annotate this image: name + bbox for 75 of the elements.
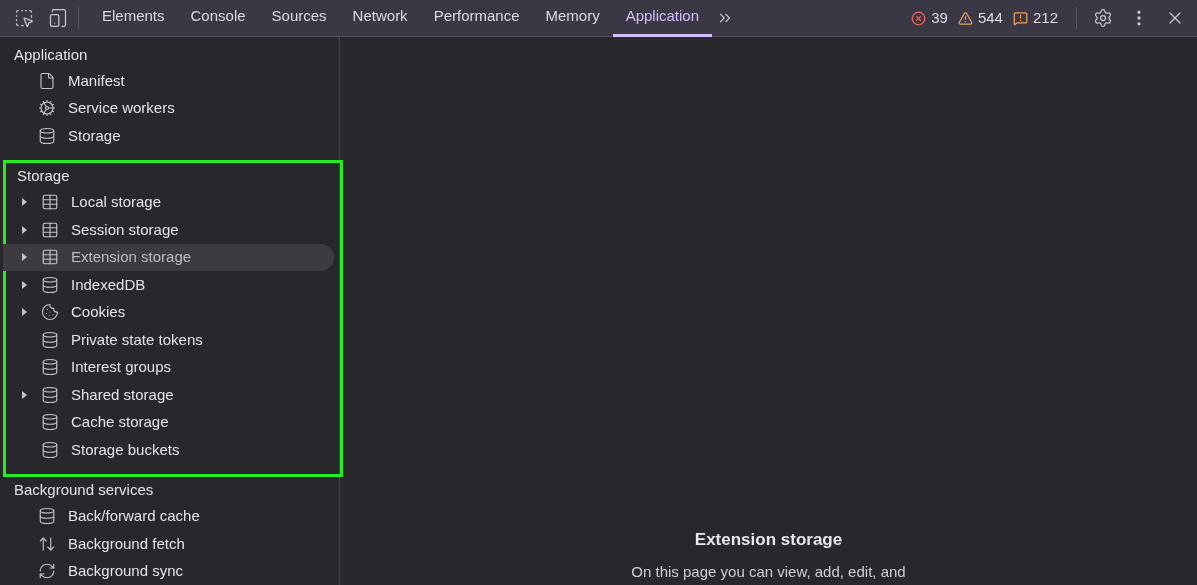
item-label: Storage bbox=[68, 125, 121, 146]
gears-icon bbox=[38, 99, 56, 118]
item-label: Shared storage bbox=[71, 384, 174, 405]
database-icon bbox=[41, 440, 59, 459]
item-label: Session storage bbox=[71, 219, 179, 240]
warning-icon[interactable] bbox=[957, 10, 973, 26]
expand-arrow-icon[interactable] bbox=[21, 253, 27, 262]
expand-arrow-icon[interactable] bbox=[21, 280, 27, 289]
section-title: Application bbox=[13, 44, 89, 65]
item-label: Local storage bbox=[71, 192, 162, 212]
database-icon bbox=[41, 413, 59, 432]
sidebar-item[interactable]: Session storage bbox=[3, 216, 334, 244]
database-icon bbox=[41, 275, 59, 294]
item-label: Service workers bbox=[68, 98, 175, 118]
issue-icon[interactable] bbox=[1012, 10, 1028, 26]
panel-tab[interactable]: Network bbox=[339, 0, 421, 37]
item-label: Back/forward cache bbox=[68, 506, 200, 526]
file-icon bbox=[38, 71, 56, 90]
counter-value[interactable]: 544 bbox=[977, 6, 1003, 30]
sidebar-item[interactable]: Background fetch bbox=[0, 530, 333, 558]
device-icon[interactable] bbox=[48, 8, 68, 28]
sidebar-item[interactable]: Extension storage bbox=[3, 243, 334, 271]
settings-icon[interactable] bbox=[1093, 8, 1113, 28]
panel-tab[interactable]: Application bbox=[612, 0, 713, 37]
expand-arrow-icon[interactable] bbox=[21, 308, 27, 317]
expand-arrow-icon[interactable] bbox=[21, 390, 27, 399]
sidebar-item[interactable]: Manifest bbox=[0, 67, 333, 95]
item-label: Manifest bbox=[68, 70, 125, 91]
empty-state-description: On this page you can view, add, edit, and bbox=[631, 561, 906, 582]
empty-state-title: Extension storage bbox=[694, 529, 843, 551]
item-label: Background fetch bbox=[68, 533, 185, 554]
panel-tab[interactable]: Sources bbox=[258, 0, 340, 37]
sidebar-item[interactable]: Shared storage bbox=[3, 381, 334, 409]
sidebar-item[interactable]: Service workers bbox=[0, 94, 333, 122]
sidebar-item[interactable]: Cache storage bbox=[3, 408, 334, 436]
sidebar-item[interactable]: Local storage bbox=[3, 188, 334, 216]
panel-tab[interactable]: Console bbox=[177, 0, 259, 37]
item-label: Cache storage bbox=[71, 412, 169, 432]
database-icon bbox=[41, 385, 59, 404]
counter-value[interactable]: 39 bbox=[931, 6, 948, 30]
section-title: Background services bbox=[13, 480, 155, 501]
sidebar-item[interactable]: Interest groups bbox=[3, 353, 334, 381]
panel-tab[interactable]: Memory bbox=[532, 0, 613, 37]
sidebar-item[interactable]: Storage buckets bbox=[3, 436, 334, 464]
panel-tab[interactable]: Performance bbox=[420, 0, 533, 37]
table-icon bbox=[41, 248, 59, 267]
item-label: Extension storage bbox=[71, 247, 192, 267]
panel-tab[interactable]: Elements bbox=[89, 0, 178, 37]
item-label: Interest groups bbox=[71, 357, 172, 377]
sidebar-item[interactable]: Background sync bbox=[0, 557, 333, 585]
sync-icon bbox=[38, 562, 56, 581]
database-icon bbox=[38, 507, 56, 526]
sidebar-item[interactable]: IndexedDB bbox=[3, 271, 334, 299]
counter-value[interactable]: 212 bbox=[1032, 6, 1058, 30]
up-down-arrows-icon bbox=[38, 534, 56, 553]
item-label: Cookies bbox=[71, 302, 126, 322]
sidebar-item[interactable]: Private state tokens bbox=[3, 326, 334, 354]
expand-arrow-icon[interactable] bbox=[21, 198, 27, 207]
section-title: Storage bbox=[16, 166, 71, 187]
item-label: Storage buckets bbox=[71, 439, 180, 460]
error-icon[interactable] bbox=[911, 10, 927, 26]
database-icon bbox=[38, 126, 56, 145]
database-icon bbox=[41, 358, 59, 377]
sidebar-item[interactable]: Cookies bbox=[3, 298, 334, 326]
item-label: IndexedDB bbox=[71, 274, 146, 295]
item-label: Private state tokens bbox=[71, 329, 203, 350]
inspect-icon[interactable] bbox=[14, 8, 34, 28]
item-label: Background sync bbox=[68, 561, 184, 581]
table-icon bbox=[41, 193, 59, 212]
expand-arrow-icon[interactable] bbox=[21, 225, 27, 234]
table-icon bbox=[41, 220, 59, 239]
cookie-icon bbox=[41, 303, 59, 322]
database-icon bbox=[41, 330, 59, 349]
sidebar-item[interactable]: Storage bbox=[0, 122, 333, 150]
sidebar-item[interactable]: Back/forward cache bbox=[0, 502, 333, 530]
